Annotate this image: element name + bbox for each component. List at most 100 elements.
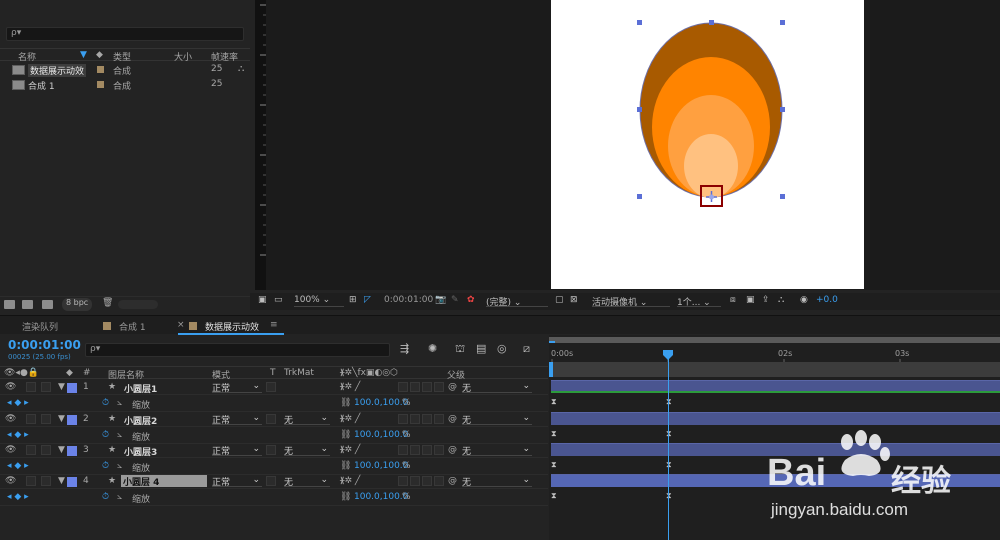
thumbnail-slider[interactable] bbox=[118, 300, 158, 309]
switch-box[interactable] bbox=[434, 476, 444, 486]
switch-box[interactable] bbox=[410, 382, 420, 392]
camera-dropdown[interactable]: 活动摄像机 ⌄ bbox=[592, 295, 670, 308]
stopwatch-icon[interactable]: ⏱ bbox=[102, 430, 109, 440]
graph-icon[interactable]: ⦣ bbox=[117, 461, 122, 471]
layer-row[interactable]: 👁 ▼ 4 ★ 小圆层 4 正常 ⌄ 无 ⌄ ᚕ✲ ╱ @ 无 ⌄ bbox=[0, 474, 548, 489]
layer-label-color[interactable] bbox=[67, 477, 77, 487]
visibility-eye-icon[interactable]: 👁 bbox=[5, 445, 16, 455]
bounding-handle[interactable] bbox=[637, 107, 642, 112]
tab-menu-icon[interactable]: ≡ bbox=[270, 320, 278, 330]
scale-value[interactable]: 100.0,100.0 bbox=[354, 398, 408, 408]
flowchart-icon[interactable]: ⛬ bbox=[778, 295, 784, 307]
blend-mode-dropdown[interactable]: 正常 ⌄ bbox=[212, 381, 262, 394]
property-row[interactable]: ◂ ◆ ▸ ⏱ ⦣ 缩放 ⛓ 100.0,100.0 % bbox=[0, 459, 548, 475]
bounding-handle[interactable] bbox=[637, 194, 642, 199]
transparency-grid-icon[interactable]: ⊠ bbox=[570, 295, 578, 307]
trash-icon[interactable]: 🗑 bbox=[102, 298, 113, 308]
graph-icon[interactable]: ⦣ bbox=[117, 430, 122, 440]
draft-3d-icon[interactable]: ✺ bbox=[428, 342, 437, 355]
folder-icon[interactable] bbox=[22, 300, 33, 309]
mask-visibility-icon[interactable]: ◸ bbox=[364, 295, 371, 307]
layer-duration-bar[interactable] bbox=[551, 380, 1000, 393]
parent-pickwhip-icon[interactable]: @ bbox=[448, 382, 457, 392]
new-composition-icon[interactable] bbox=[42, 300, 53, 309]
switch-box[interactable] bbox=[434, 382, 444, 392]
visibility-eye-icon[interactable]: 👁 bbox=[5, 476, 16, 486]
zoom-dropdown[interactable]: 100% ⌄ bbox=[294, 295, 344, 307]
keyframe-nav-icon[interactable]: ◂ ◆ ▸ bbox=[7, 430, 29, 440]
solo-toggle[interactable] bbox=[26, 445, 36, 455]
expand-triangle-icon[interactable]: ▼ bbox=[58, 382, 65, 392]
bounding-handle[interactable] bbox=[637, 20, 642, 25]
parent-pickwhip-icon[interactable]: @ bbox=[448, 414, 457, 424]
viewer-timecode[interactable]: 0:00:01:00 bbox=[384, 295, 433, 307]
switch-box[interactable] bbox=[434, 445, 444, 455]
close-tab-icon[interactable]: × bbox=[177, 320, 185, 330]
column-fps[interactable]: 帧速率 bbox=[211, 50, 238, 63]
switch-box[interactable] bbox=[422, 414, 432, 424]
composition-canvas[interactable] bbox=[551, 0, 864, 289]
keyframe-icon[interactable]: ⧗ bbox=[551, 429, 558, 438]
graph-icon[interactable]: ⦣ bbox=[117, 492, 122, 502]
keyframe-icon[interactable]: ⧗ bbox=[551, 491, 558, 500]
layer-duration-bar[interactable] bbox=[551, 412, 1000, 425]
monitor-icon[interactable]: ▭ bbox=[274, 295, 283, 307]
visibility-eye-icon[interactable]: 👁 bbox=[5, 382, 16, 392]
layer-switches[interactable]: ᚕ✲ ╱ bbox=[340, 414, 360, 424]
graph-editor-icon[interactable]: ⧄ bbox=[523, 342, 530, 356]
parent-pickwhip-icon[interactable]: @ bbox=[448, 476, 457, 486]
track-matte-dropdown[interactable]: 无 ⌄ bbox=[284, 444, 330, 457]
current-time-indicator[interactable] bbox=[668, 350, 669, 540]
label-column-icon[interactable]: ◆ bbox=[66, 368, 73, 378]
snapshot-icon[interactable]: 📷 bbox=[435, 295, 446, 307]
layer-switches[interactable]: ᚕ✲ ╱ bbox=[340, 445, 360, 455]
keyframe-nav-icon[interactable]: ◂ ◆ ▸ bbox=[7, 461, 29, 471]
column-type[interactable]: 类型 bbox=[113, 50, 131, 63]
solo-toggle[interactable] bbox=[26, 414, 36, 424]
expand-triangle-icon[interactable]: ▼ bbox=[58, 445, 65, 455]
tab-comp-1[interactable]: 合成 1 bbox=[119, 320, 146, 333]
layer-name[interactable]: 小圆层2 bbox=[124, 414, 157, 427]
exposure-value[interactable]: +0.0 bbox=[816, 295, 838, 307]
keyframe-icon[interactable]: ⧗ bbox=[551, 397, 558, 406]
preserve-transparency-toggle[interactable] bbox=[266, 476, 276, 486]
bounding-handle[interactable] bbox=[780, 20, 785, 25]
bit-depth-button[interactable]: 8 bpc bbox=[62, 298, 93, 311]
layer-label-color[interactable] bbox=[67, 383, 77, 393]
frame-blending-icon[interactable]: ▤ bbox=[476, 342, 486, 355]
parent-dropdown[interactable]: 无 ⌄ bbox=[462, 413, 532, 426]
layer-row[interactable]: 👁 ▼ 2 ★ 小圆层2 正常 ⌄ 无 ⌄ ᚕ✲ ╱ @ 无 ⌄ bbox=[0, 412, 548, 427]
switch-box[interactable] bbox=[434, 414, 444, 424]
layer-switches[interactable]: ᚕ✲ ╱ bbox=[340, 476, 360, 486]
preserve-transparency-toggle[interactable] bbox=[266, 445, 276, 455]
switch-box[interactable] bbox=[398, 382, 408, 392]
project-search-input[interactable]: ρ▾ bbox=[6, 27, 244, 41]
layer-name-editing[interactable]: 小圆层 4 bbox=[121, 475, 207, 488]
scale-value[interactable]: 100.0,100.0 bbox=[354, 430, 408, 440]
lock-toggle[interactable] bbox=[41, 476, 51, 486]
property-row[interactable]: ◂ ◆ ▸ ⏱ ⦣ 缩放 ⛓ 100.0,100.0 % bbox=[0, 396, 548, 412]
switch-box[interactable] bbox=[422, 445, 432, 455]
link-icon[interactable]: ⛓ bbox=[340, 430, 351, 440]
work-area-start[interactable] bbox=[549, 362, 553, 377]
link-icon[interactable]: ⛓ bbox=[340, 492, 351, 502]
property-row[interactable]: ◂ ◆ ▸ ⏱ ⦣ 缩放 ⛓ 100.0,100.0 % bbox=[0, 490, 548, 506]
scale-value[interactable]: 100.0,100.0 bbox=[354, 461, 408, 471]
region-of-interest-icon[interactable]: ▢ bbox=[555, 295, 564, 307]
stopwatch-icon[interactable]: ⏱ bbox=[102, 461, 109, 471]
column-trkmat[interactable]: TrkMat bbox=[284, 368, 314, 378]
motion-blur-icon[interactable]: ◎ bbox=[497, 342, 507, 355]
shape-layers[interactable] bbox=[551, 0, 864, 289]
switch-box[interactable] bbox=[398, 445, 408, 455]
graph-icon[interactable]: ⦣ bbox=[117, 398, 122, 408]
label-swatch[interactable] bbox=[97, 66, 104, 73]
stopwatch-icon[interactable]: ⏱ bbox=[102, 492, 109, 502]
switches-icons[interactable]: ᚕ✲╲fx▣◐◎⬡ bbox=[340, 368, 398, 378]
preserve-transparency-toggle[interactable] bbox=[266, 414, 276, 424]
parent-dropdown[interactable]: 无 ⌄ bbox=[462, 475, 532, 488]
sort-arrow-icon[interactable]: ▼ bbox=[80, 50, 87, 60]
expand-triangle-icon[interactable]: ▼ bbox=[58, 476, 65, 486]
fit-icon[interactable]: ⊞ bbox=[349, 295, 357, 307]
always-preview-icon[interactable]: ▣ bbox=[258, 295, 267, 307]
preserve-transparency-toggle[interactable] bbox=[266, 382, 276, 392]
